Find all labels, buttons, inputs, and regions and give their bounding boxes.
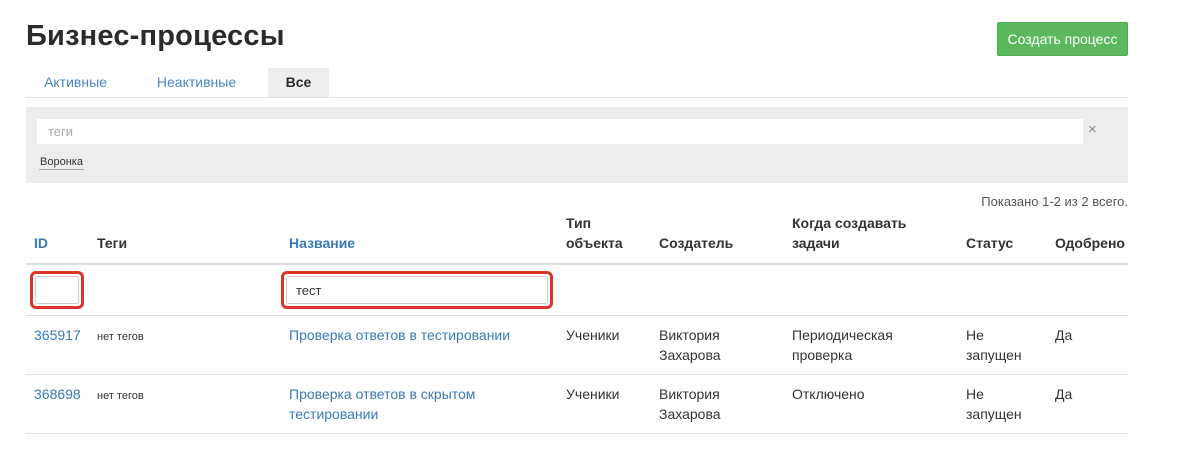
id-filter-highlight [30,271,84,309]
when-cell: Отключено [784,374,958,434]
processes-table: ID Теги Название Тип объекта Создатель К… [26,213,1128,434]
process-id-link[interactable]: 365917 [34,327,81,343]
id-filter-input[interactable] [35,276,79,304]
column-header-object-type: Тип объекта [558,213,651,265]
process-name-link[interactable]: Проверка ответов в тестировании [289,327,510,343]
status-cell: Не запущен [958,315,1047,375]
table-row: 365917 нет тегов Проверка ответов в тест… [26,315,1128,375]
tags-cell: нет тегов [89,315,281,375]
column-header-tags: Теги [89,213,281,265]
filter-panel: × Воронка [26,107,1128,183]
create-process-button[interactable]: Создать процесс [997,22,1128,56]
approved-cell: Да [1047,374,1128,434]
status-cell: Не запущен [958,374,1047,434]
table-filter-row [26,264,1128,316]
object-type-cell: Ученики [558,374,651,434]
table-header-row: ID Теги Название Тип объекта Создатель К… [26,213,1128,265]
approved-cell: Да [1047,315,1128,375]
tab-all[interactable]: Все [268,68,329,97]
process-id-link[interactable]: 368698 [34,386,81,402]
tab-active[interactable]: Активные [26,68,125,97]
when-cell: Периодическая проверка [784,315,958,375]
status-tabs: Активные Неактивные Все [26,68,1128,98]
column-header-creator: Создатель [651,213,784,265]
page-title: Бизнес-процессы [26,20,285,52]
object-type-cell: Ученики [558,315,651,375]
name-filter-input[interactable] [286,276,548,304]
creator-cell: Виктория Захарова [651,315,784,375]
funnel-tag-chip[interactable]: Воронка [39,156,84,170]
column-header-approved: Одобрено [1047,213,1128,265]
table-row: 368698 нет тегов Проверка ответов в скры… [26,374,1128,434]
column-header-id[interactable]: ID [26,213,89,265]
column-header-when: Когда создавать задачи [784,213,958,265]
tags-cell: нет тегов [89,374,281,434]
clear-icon[interactable]: × [1088,121,1097,139]
process-name-link[interactable]: Проверка ответов в скрытом тестировании [289,386,475,422]
column-header-status: Статус [958,213,1047,265]
column-header-name[interactable]: Название [281,213,558,265]
tab-inactive[interactable]: Неактивные [125,68,268,97]
tags-search-input[interactable] [37,119,1083,144]
results-summary: Показано 1-2 из 2 всего. [981,194,1128,209]
name-filter-highlight [281,271,553,309]
creator-cell: Виктория Захарова [651,374,784,434]
